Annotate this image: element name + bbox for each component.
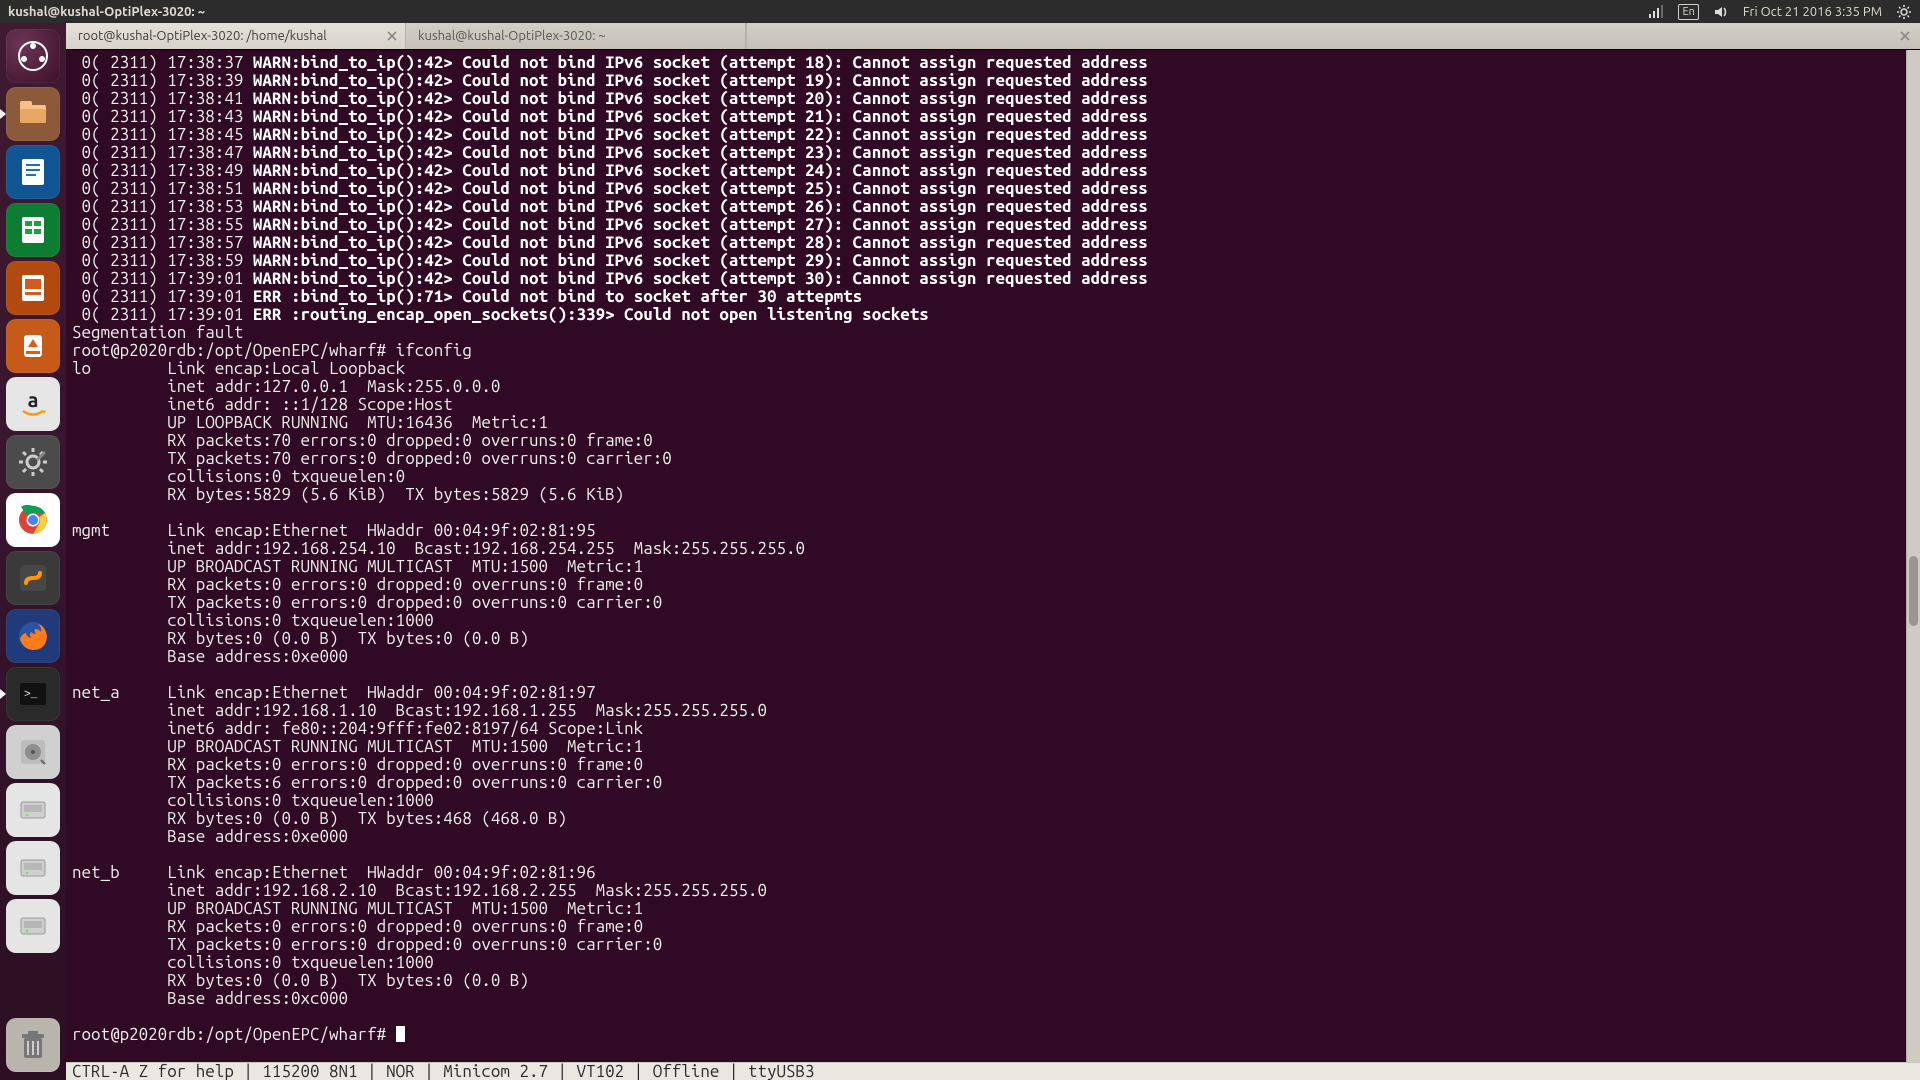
output-line: RX bytes:0 (0.0 B) TX bytes:0 (0.0 B): [72, 972, 1914, 990]
output-line: inet addr:127.0.0.1 Mask:255.0.0.0: [72, 378, 1914, 396]
volume-icon[interactable]: [1713, 4, 1729, 20]
cursor: [396, 1026, 405, 1042]
output-line: UP LOOPBACK RUNNING MTU:16436 Metric:1: [72, 414, 1914, 432]
impress-icon[interactable]: [6, 261, 60, 315]
log-line: 0( 2311) 17:39:01 WARN:bind_to_ip():42> …: [72, 270, 1914, 288]
output-line: [72, 666, 1914, 684]
output-line: Base address:0xe000: [72, 648, 1914, 666]
output-line: TX packets:6 errors:0 dropped:0 overruns…: [72, 774, 1914, 792]
output-line: RX bytes:5829 (5.6 KiB) TX bytes:5829 (5…: [72, 486, 1914, 504]
log-line: 0( 2311) 17:38:47 WARN:bind_to_ip():42> …: [72, 144, 1914, 162]
output-line: inet6 addr: ::1/128 Scope:Host: [72, 396, 1914, 414]
log-line: 0( 2311) 17:38:43 WARN:bind_to_ip():42> …: [72, 108, 1914, 126]
firefox-icon[interactable]: [6, 609, 60, 663]
output-line: root@p2020rdb:/opt/OpenEPC/wharf# ifconf…: [72, 342, 1914, 360]
output-line: lo Link encap:Local Loopback: [72, 360, 1914, 378]
top-panel: kushal@kushal-OptiPlex-3020: ~ En Fri Oc…: [0, 0, 1920, 23]
software-center-icon[interactable]: [6, 319, 60, 373]
output-line: RX bytes:0 (0.0 B) TX bytes:468 (468.0 B…: [72, 810, 1914, 828]
close-icon[interactable]: [385, 29, 399, 43]
svg-text:a: a: [28, 388, 39, 411]
output-line: UP BROADCAST RUNNING MULTICAST MTU:1500 …: [72, 738, 1914, 756]
log-line: 0( 2311) 17:38:51 WARN:bind_to_ip():42> …: [72, 180, 1914, 198]
output-line: [72, 1008, 1914, 1026]
log-line: 0( 2311) 17:38:55 WARN:bind_to_ip():42> …: [72, 216, 1914, 234]
svg-text:>_: >_: [24, 689, 38, 701]
output-line: Segmentation fault: [72, 324, 1914, 342]
disks-icon[interactable]: [6, 725, 60, 779]
output-line: RX packets:70 errors:0 dropped:0 overrun…: [72, 432, 1914, 450]
settings-icon[interactable]: [6, 435, 60, 489]
minicom-statusbar: CTRL-A Z for help | 115200 8N1 | NOR | M…: [66, 1062, 1920, 1080]
drive1-icon[interactable]: [6, 783, 60, 837]
trash-icon[interactable]: [6, 1018, 60, 1072]
active-window-title: kushal@kushal-OptiPlex-3020: ~: [8, 5, 205, 19]
writer-icon[interactable]: [6, 145, 60, 199]
dash-icon[interactable]: [6, 29, 60, 83]
output-line: [72, 846, 1914, 864]
terminal-icon[interactable]: >_: [6, 667, 60, 721]
output-line: collisions:0 txqueuelen:1000: [72, 612, 1914, 630]
drive2-icon[interactable]: [6, 841, 60, 895]
session-gear-icon[interactable]: [1896, 4, 1912, 20]
log-line: 0( 2311) 17:38:39 WARN:bind_to_ip():42> …: [72, 72, 1914, 90]
output-line: net_a Link encap:Ethernet HWaddr 00:04:9…: [72, 684, 1914, 702]
network-icon[interactable]: [1648, 4, 1664, 20]
log-line: 0( 2311) 17:38:57 WARN:bind_to_ip():42> …: [72, 234, 1914, 252]
output-line: inet addr:192.168.254.10 Bcast:192.168.2…: [72, 540, 1914, 558]
output-line: [72, 504, 1914, 522]
output-line: RX bytes:0 (0.0 B) TX bytes:0 (0.0 B): [72, 630, 1914, 648]
output-line: RX packets:0 errors:0 dropped:0 overruns…: [72, 576, 1914, 594]
prompt-line[interactable]: root@p2020rdb:/opt/OpenEPC/wharf#: [72, 1026, 1914, 1044]
log-line: 0( 2311) 17:39:01 ERR :bind_to_ip():71> …: [72, 288, 1914, 306]
output-line: TX packets:0 errors:0 dropped:0 overruns…: [72, 594, 1914, 612]
output-line: inet addr:192.168.1.10 Bcast:192.168.1.2…: [72, 702, 1914, 720]
output-line: inet6 addr: fe80::204:9fff:fe02:8197/64 …: [72, 720, 1914, 738]
log-line: 0( 2311) 17:38:41 WARN:bind_to_ip():42> …: [72, 90, 1914, 108]
output-line: net_b Link encap:Ethernet HWaddr 00:04:9…: [72, 864, 1914, 882]
tab-title: kushal@kushal-OptiPlex-3020: ~: [418, 29, 606, 43]
output-line: UP BROADCAST RUNNING MULTICAST MTU:1500 …: [72, 900, 1914, 918]
log-line: 0( 2311) 17:38:53 WARN:bind_to_ip():42> …: [72, 198, 1914, 216]
close-icon[interactable]: [1898, 29, 1912, 43]
output-line: TX packets:0 errors:0 dropped:0 overruns…: [72, 936, 1914, 954]
output-line: collisions:0 txqueuelen:0: [72, 468, 1914, 486]
keyboard-indicator[interactable]: En: [1678, 4, 1698, 20]
terminal-output[interactable]: 0( 2311) 17:38:37 WARN:bind_to_ip():42> …: [66, 50, 1920, 1062]
output-line: UP BROADCAST RUNNING MULTICAST MTU:1500 …: [72, 558, 1914, 576]
output-line: TX packets:70 errors:0 dropped:0 overrun…: [72, 450, 1914, 468]
output-line: collisions:0 txqueuelen:1000: [72, 792, 1914, 810]
terminal-tabbar: root@kushal-OptiPlex-3020: /home/kushal …: [66, 23, 1920, 50]
scrollbar[interactable]: [1906, 50, 1920, 1062]
terminal-tab-inactive[interactable]: kushal@kushal-OptiPlex-3020: ~: [406, 23, 746, 49]
log-line: 0( 2311) 17:38:45 WARN:bind_to_ip():42> …: [72, 126, 1914, 144]
output-line: RX packets:0 errors:0 dropped:0 overruns…: [72, 756, 1914, 774]
amazon-icon[interactable]: a: [6, 377, 60, 431]
calc-icon[interactable]: [6, 203, 60, 257]
output-line: collisions:0 txqueuelen:1000: [72, 954, 1914, 972]
indicator-area: En Fri Oct 21 2016 3:35 PM: [1648, 4, 1912, 20]
files-icon[interactable]: [6, 87, 60, 141]
log-line: 0( 2311) 17:38:49 WARN:bind_to_ip():42> …: [72, 162, 1914, 180]
scrollbar-thumb[interactable]: [1909, 556, 1918, 626]
terminal-window: root@kushal-OptiPlex-3020: /home/kushal …: [66, 23, 1920, 1080]
clock[interactable]: Fri Oct 21 2016 3:35 PM: [1743, 5, 1882, 19]
sublime-icon[interactable]: [6, 551, 60, 605]
log-line: 0( 2311) 17:38:59 WARN:bind_to_ip():42> …: [72, 252, 1914, 270]
drive3-icon[interactable]: [6, 899, 60, 953]
chrome-icon[interactable]: [6, 493, 60, 547]
output-line: RX packets:0 errors:0 dropped:0 overruns…: [72, 918, 1914, 936]
output-line: Base address:0xe000: [72, 828, 1914, 846]
output-line: Base address:0xc000: [72, 990, 1914, 1008]
tab-title: root@kushal-OptiPlex-3020: /home/kushal: [78, 29, 327, 43]
log-line: 0( 2311) 17:39:01 ERR :routing_encap_ope…: [72, 306, 1914, 324]
output-line: mgmt Link encap:Ethernet HWaddr 00:04:9f…: [72, 522, 1914, 540]
output-line: inet addr:192.168.2.10 Bcast:192.168.2.2…: [72, 882, 1914, 900]
log-line: 0( 2311) 17:38:37 WARN:bind_to_ip():42> …: [72, 54, 1914, 72]
tabbar-filler: [746, 23, 1920, 49]
launcher: a >_: [0, 23, 66, 1080]
terminal-tab-active[interactable]: root@kushal-OptiPlex-3020: /home/kushal: [66, 23, 406, 49]
